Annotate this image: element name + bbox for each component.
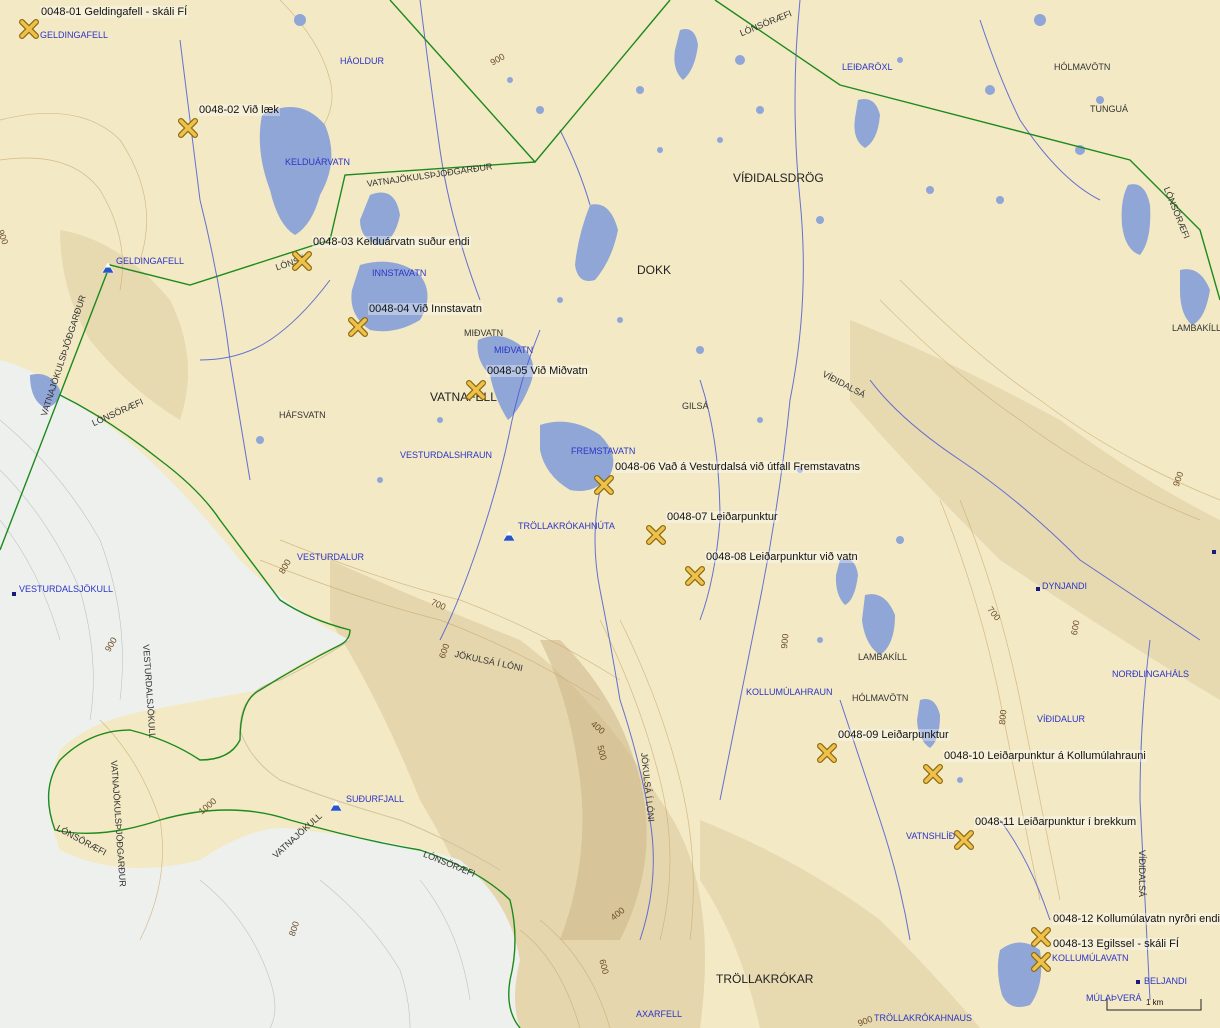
waypoint-cross-icon[interactable] bbox=[1031, 927, 1051, 947]
contour-label: 600 bbox=[1068, 619, 1082, 636]
place-label-vididalsdrog: VÍÐIDALSDRÖG bbox=[733, 171, 824, 185]
place-label-trollakrokahnaus: TRÖLLAKRÓKAHNAUS bbox=[874, 1013, 973, 1023]
scale-bar: 1 km bbox=[1106, 998, 1202, 1011]
terrain-layer bbox=[0, 0, 1220, 1028]
place-label-trollakrokahnuta: TRÖLLAKRÓKAHNÚTA bbox=[518, 521, 615, 531]
place-label-trollakrokar: TRÖLLAKRÓKAR bbox=[716, 972, 814, 986]
waypoint-cross-icon[interactable] bbox=[646, 525, 666, 545]
place-label-vesturdalshraun: VESTURDALSHRAUN bbox=[400, 450, 493, 460]
contour-label: 800 bbox=[996, 709, 1009, 726]
place-label-haoldur: HÁOLDUR bbox=[340, 56, 385, 66]
place-label-gilsa: GILSÁ bbox=[682, 401, 709, 411]
mountain-hut-icon[interactable] bbox=[101, 260, 115, 274]
place-label-holmavotn-top: HÓLMAVÖTN bbox=[1054, 62, 1111, 72]
summit-dot-icon bbox=[1036, 587, 1040, 591]
place-label-hafsvatn: HÁFSVATN bbox=[279, 410, 326, 420]
place-label-vatnshlid: VATNSHLÍÐ bbox=[906, 831, 956, 841]
place-label-geldingafell-top: GELDINGAFELL bbox=[40, 30, 109, 40]
waypoint-cross-icon[interactable] bbox=[954, 830, 974, 850]
place-label-kelduarvatn: KELDUÁRVATN bbox=[285, 157, 351, 167]
place-label-dynjandi: DYNJANDI bbox=[1042, 581, 1088, 591]
place-label-vatnafell: VATNAFELL bbox=[430, 390, 497, 404]
waypoint-cross-icon[interactable] bbox=[19, 19, 39, 39]
waypoint-cross-icon[interactable] bbox=[685, 566, 705, 586]
place-label-leidaroxl: LEIÐARÖXL bbox=[842, 62, 893, 72]
place-label-geldingafell: GELDINGAFELL bbox=[116, 256, 185, 266]
place-label-nordlingahals: NORÐLINGAHÁLS bbox=[1112, 669, 1190, 679]
map-canvas[interactable]: GELDINGAFELL HÁOLDUR KELDUÁRVATN LEIÐARÖ… bbox=[0, 0, 1220, 1028]
place-label-axarfell: AXARFELL bbox=[636, 1009, 683, 1019]
waypoint-cross-icon[interactable] bbox=[292, 251, 312, 271]
summit-dot-icon bbox=[1136, 980, 1140, 984]
waypoint-label[interactable]: 0048-10 Leiðarpunktur á Kollumúlahrauni bbox=[943, 750, 1147, 762]
place-label-innstavatn: INNSTAVATN bbox=[372, 268, 427, 278]
waypoint-cross-icon[interactable] bbox=[923, 764, 943, 784]
waypoint-label[interactable]: 0048-02 Við læk bbox=[198, 104, 280, 116]
waypoint-cross-icon[interactable] bbox=[817, 743, 837, 763]
waypoint-label[interactable]: 0048-13 Egilssel - skáli FÍ bbox=[1052, 938, 1180, 950]
waypoint-cross-icon[interactable] bbox=[1031, 952, 1051, 972]
waypoint-label[interactable]: 0048-06 Vað á Vesturdalsá við útfall Fre… bbox=[614, 461, 861, 473]
waypoint-label[interactable]: 0048-03 Kelduárvatn suður endi bbox=[312, 236, 471, 248]
place-label-lambakill-right: LAMBAKÍLL bbox=[1172, 323, 1220, 333]
scale-bar-label: 1 km bbox=[1146, 998, 1164, 1007]
place-label-lambakill: LAMBAKÍLL bbox=[858, 652, 908, 662]
place-label-vesturdalsjokull: VESTURDALSJÖKULL bbox=[19, 584, 114, 594]
place-label-midvatn: MIÐVATN bbox=[494, 345, 534, 355]
place-label-tungua: TUNGUÁ bbox=[1090, 104, 1128, 114]
summit-dot-icon bbox=[1212, 550, 1216, 554]
waypoint-label[interactable]: 0048-07 Leiðarpunktur bbox=[666, 511, 779, 523]
place-label-vididalsa-vertical: VÍÐIDALSÁ bbox=[1137, 850, 1147, 898]
waypoint-cross-icon[interactable] bbox=[178, 118, 198, 138]
waypoint-label[interactable]: 0048-12 Kollumúlavatn nyrðri endi bbox=[1052, 913, 1220, 925]
waypoint-cross-icon[interactable] bbox=[466, 380, 486, 400]
waypoint-cross-icon[interactable] bbox=[348, 317, 368, 337]
place-label-beljandi: BELJANDI bbox=[1144, 976, 1188, 986]
waypoint-cross-icon[interactable] bbox=[594, 475, 614, 495]
summit-dot-icon bbox=[12, 592, 16, 596]
waypoint-label[interactable]: 0048-01 Geldingafell - skáli FÍ bbox=[40, 6, 189, 18]
place-label-sudurfjall: SUÐURFJALL bbox=[346, 794, 405, 804]
contour-label: 900 bbox=[778, 633, 791, 650]
place-label-kollumulahraun: KOLLUMÚLAHRAUN bbox=[746, 687, 833, 697]
place-label-vididalur: VÍÐIDALUR bbox=[1037, 714, 1086, 724]
mountain-hut-icon[interactable] bbox=[502, 528, 516, 542]
place-label-fremstavatn: FREMSTAVATN bbox=[571, 446, 636, 456]
waypoint-label[interactable]: 0048-05 Við Miðvatn bbox=[486, 365, 589, 377]
place-label-vesturdalur: VESTURDALUR bbox=[297, 552, 365, 562]
mountain-hut-icon[interactable] bbox=[329, 798, 343, 812]
waypoint-label[interactable]: 0048-08 Leiðarpunktur við vatn bbox=[705, 551, 859, 563]
waypoint-label[interactable]: 0048-09 Leiðarpunktur bbox=[837, 729, 950, 741]
place-label-dokk: DOKK bbox=[637, 263, 672, 277]
waypoint-label[interactable]: 0048-04 Við Innstavatn bbox=[368, 303, 483, 315]
place-label-midvatn-lake: MIÐVATN bbox=[464, 328, 504, 338]
place-label-holmavotn: HÓLMAVÖTN bbox=[852, 693, 909, 703]
place-label-kollumulavatn: KOLLUMÚLAVATN bbox=[1052, 953, 1129, 963]
waypoint-label[interactable]: 0048-11 Leiðarpunktur í brekkum bbox=[974, 816, 1138, 828]
